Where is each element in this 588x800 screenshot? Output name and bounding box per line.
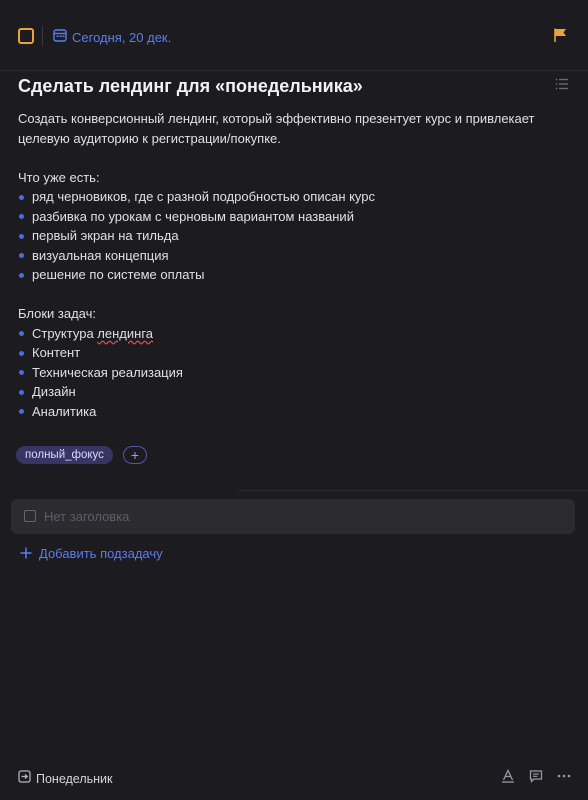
list-item-text: Структура [32,325,98,341]
description-line: Создать конверсионный лендинг, который э… [18,111,535,126]
list-item: Структура лендинга [18,324,558,344]
add-subtask-label: Добавить подзадачу [39,545,163,561]
existing-list: ряд черновиков, где с разной подробность… [18,187,558,285]
blocks-list: Структура лендинга Контент Техническая р… [18,324,558,422]
header-divider [42,26,43,46]
description-line: целевую аудиторию к регистрации/покупке. [18,130,281,146]
misspelled-word: лендинга [97,325,154,341]
due-date-button[interactable]: Сегодня, 20 дек. [53,28,171,47]
flag-icon[interactable] [553,27,569,48]
subtask-checkbox[interactable] [24,510,36,522]
list-item: Аналитика [18,402,558,422]
list-item: Дизайн [18,382,558,402]
plus-icon [20,545,32,561]
more-icon[interactable] [556,768,572,784]
task-title[interactable]: Сделать лендинг для «понедельника» [18,76,363,97]
list-item: визуальная концепция [18,246,558,266]
tag-row: полный_фокус + [16,446,147,464]
existing-heading: Что уже есть: [18,169,100,185]
list-item: Техническая реализация [18,363,558,383]
add-subtask-button[interactable]: Добавить подзадачу [20,545,163,561]
tag-chip[interactable]: полный_фокус [16,446,113,464]
list-selector[interactable]: Понедельник [18,770,113,788]
list-item: разбивка по урокам с черновым вариантом … [18,207,558,227]
subtask-title-input[interactable]: Нет заголовка [44,509,129,524]
calendar-icon [53,28,67,47]
footer-actions [500,768,572,784]
list-item: Контент [18,343,558,363]
list-name: Понедельник [36,772,113,786]
add-tag-button[interactable]: + [122,446,147,464]
move-list-icon [18,770,31,788]
menu-icon[interactable] [555,77,569,96]
due-date-label: Сегодня, 20 дек. [72,30,172,45]
subtask-row[interactable]: Нет заголовка [11,499,575,534]
blocks-heading: Блоки задач: [18,306,97,321]
list-item: решение по системе оплаты [18,265,558,285]
comment-icon[interactable] [528,768,544,784]
text-format-icon[interactable] [500,768,516,784]
task-header: Сегодня, 20 дек. [0,0,588,71]
task-complete-checkbox[interactable] [18,28,34,44]
task-description[interactable]: Создать конверсионный лендинг, который э… [18,109,558,421]
list-item: ряд черновиков, где с разной подробность… [18,187,558,207]
section-divider [238,490,588,491]
list-item: первый экран на тильда [18,226,558,246]
